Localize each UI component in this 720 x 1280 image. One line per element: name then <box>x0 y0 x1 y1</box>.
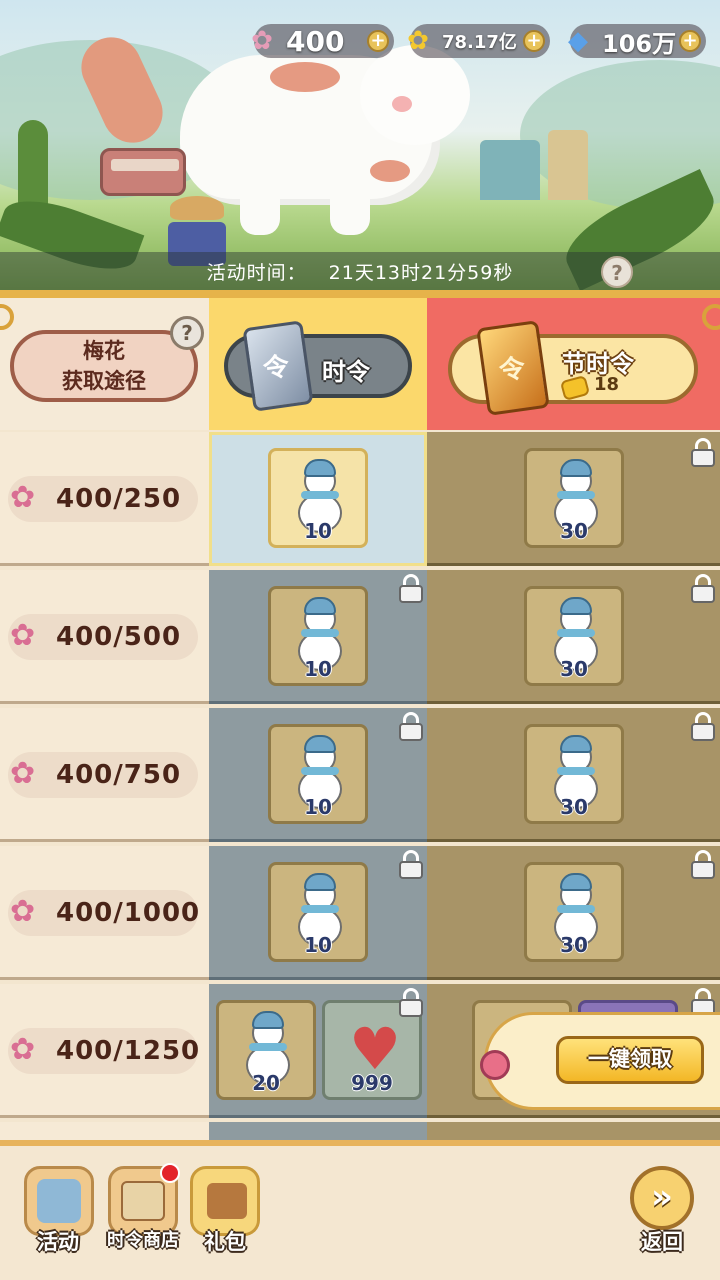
lock-icon <box>690 438 716 468</box>
gold-currency: ✿ 78.17亿 + <box>407 24 550 58</box>
gift-icon <box>207 1183 247 1219</box>
gem-currency: ◆ 106万 + <box>568 24 706 58</box>
seasonal-pass-label: 时令 <box>322 358 370 386</box>
snowman-reward[interactable]: 20 <box>216 1000 316 1100</box>
shop-label: 时令商店 <box>107 1230 179 1251</box>
snowman-reward[interactable]: 30 <box>524 724 624 824</box>
back-button[interactable]: » <box>630 1166 694 1230</box>
plum-blossom-icon: ✿ <box>10 480 36 515</box>
lock-icon <box>690 574 716 604</box>
help-icon[interactable]: ? <box>601 256 633 288</box>
lock-icon <box>690 712 716 742</box>
back-label: 返回 <box>641 1230 683 1254</box>
snowman-reward[interactable]: 30 <box>524 586 624 686</box>
temple-illustration <box>470 120 600 200</box>
requirement-badge: ✿ 400/1000 <box>8 890 199 936</box>
help-icon[interactable]: ? <box>170 316 204 350</box>
requirement-badge: ✿ 400/250 <box>8 476 198 522</box>
plum-blossom-icon: ✿ <box>10 1032 36 1067</box>
plum-currency: ✿ 400 + <box>251 24 394 58</box>
heart-icon: ♥ <box>349 1015 401 1083</box>
plum-blossom-icon: ✿ <box>10 756 36 791</box>
add-plum-button[interactable]: + <box>367 30 389 52</box>
chevron-right-icon: » <box>651 1177 673 1217</box>
event-banner: ✿ 400 + ✿ 78.17亿 + ◆ 106万 + 活动时间： 21天13时… <box>0 0 720 292</box>
lock-icon <box>398 988 424 1018</box>
pass-header: 梅花 获取途径 ? 时令 节时令 18 <box>0 298 720 430</box>
activity-label: 活动 <box>37 1230 79 1254</box>
requirement-badge: ✿ 400/750 <box>8 752 198 798</box>
snowman-reward[interactable]: 30 <box>524 448 624 548</box>
seasonal-pass-button[interactable]: 时令 <box>224 320 412 412</box>
bus-illustration <box>100 148 186 196</box>
shop-icon <box>121 1181 165 1221</box>
festival-pass-button[interactable]: 节时令 18 <box>448 320 698 416</box>
lock-icon <box>398 574 424 604</box>
activity-time-remaining: 21天13时21分59秒 <box>328 261 514 284</box>
lock-icon <box>690 850 716 880</box>
activity-icon <box>37 1179 81 1223</box>
add-gem-button[interactable]: + <box>679 30 701 52</box>
reward-row: ✿ 400/1000 10 30 <box>0 846 720 984</box>
plum-blossom-icon: ✿ <box>10 894 36 929</box>
gift-label: 礼包 <box>204 1230 246 1254</box>
plum-blossom-icon: ✿ <box>10 618 36 653</box>
lock-icon <box>398 712 424 742</box>
plum-source-button[interactable]: 梅花 获取途径 <box>10 330 198 402</box>
snowman-reward[interactable]: 10 <box>268 862 368 962</box>
plum-blossom-icon: ✿ <box>251 26 273 56</box>
requirement-badge: ✿ 400/500 <box>8 614 198 660</box>
reward-row <box>0 1122 720 1140</box>
gold-flower-icon: ✿ <box>407 26 429 56</box>
knot-icon <box>480 1050 510 1080</box>
festival-pass-cost: 18 <box>594 374 620 395</box>
divider <box>0 290 720 298</box>
reward-row: ✿ 400/750 10 30 <box>0 708 720 846</box>
scarecrow-illustration <box>170 196 224 220</box>
activity-time-label: 活动时间： <box>206 261 307 284</box>
silver-token-icon <box>242 320 314 412</box>
lock-icon <box>398 850 424 880</box>
snowman-reward[interactable]: 10 <box>268 448 368 548</box>
requirement-badge: ✿ 400/1250 <box>8 1028 199 1074</box>
snowman-reward[interactable]: 10 <box>268 724 368 824</box>
notification-dot <box>160 1163 180 1183</box>
add-gold-button[interactable]: + <box>523 30 545 52</box>
reward-row: ✿ 400/500 10 30 <box>0 570 720 708</box>
blue-gem-icon: ◆ <box>568 26 588 56</box>
gold-token-icon <box>476 320 550 416</box>
claim-all-button[interactable]: 一键领取 <box>556 1036 704 1084</box>
reward-row: ✿ 400/250 10 30 <box>0 432 720 570</box>
snowman-reward[interactable]: 30 <box>524 862 624 962</box>
snowman-reward[interactable]: 10 <box>268 586 368 686</box>
